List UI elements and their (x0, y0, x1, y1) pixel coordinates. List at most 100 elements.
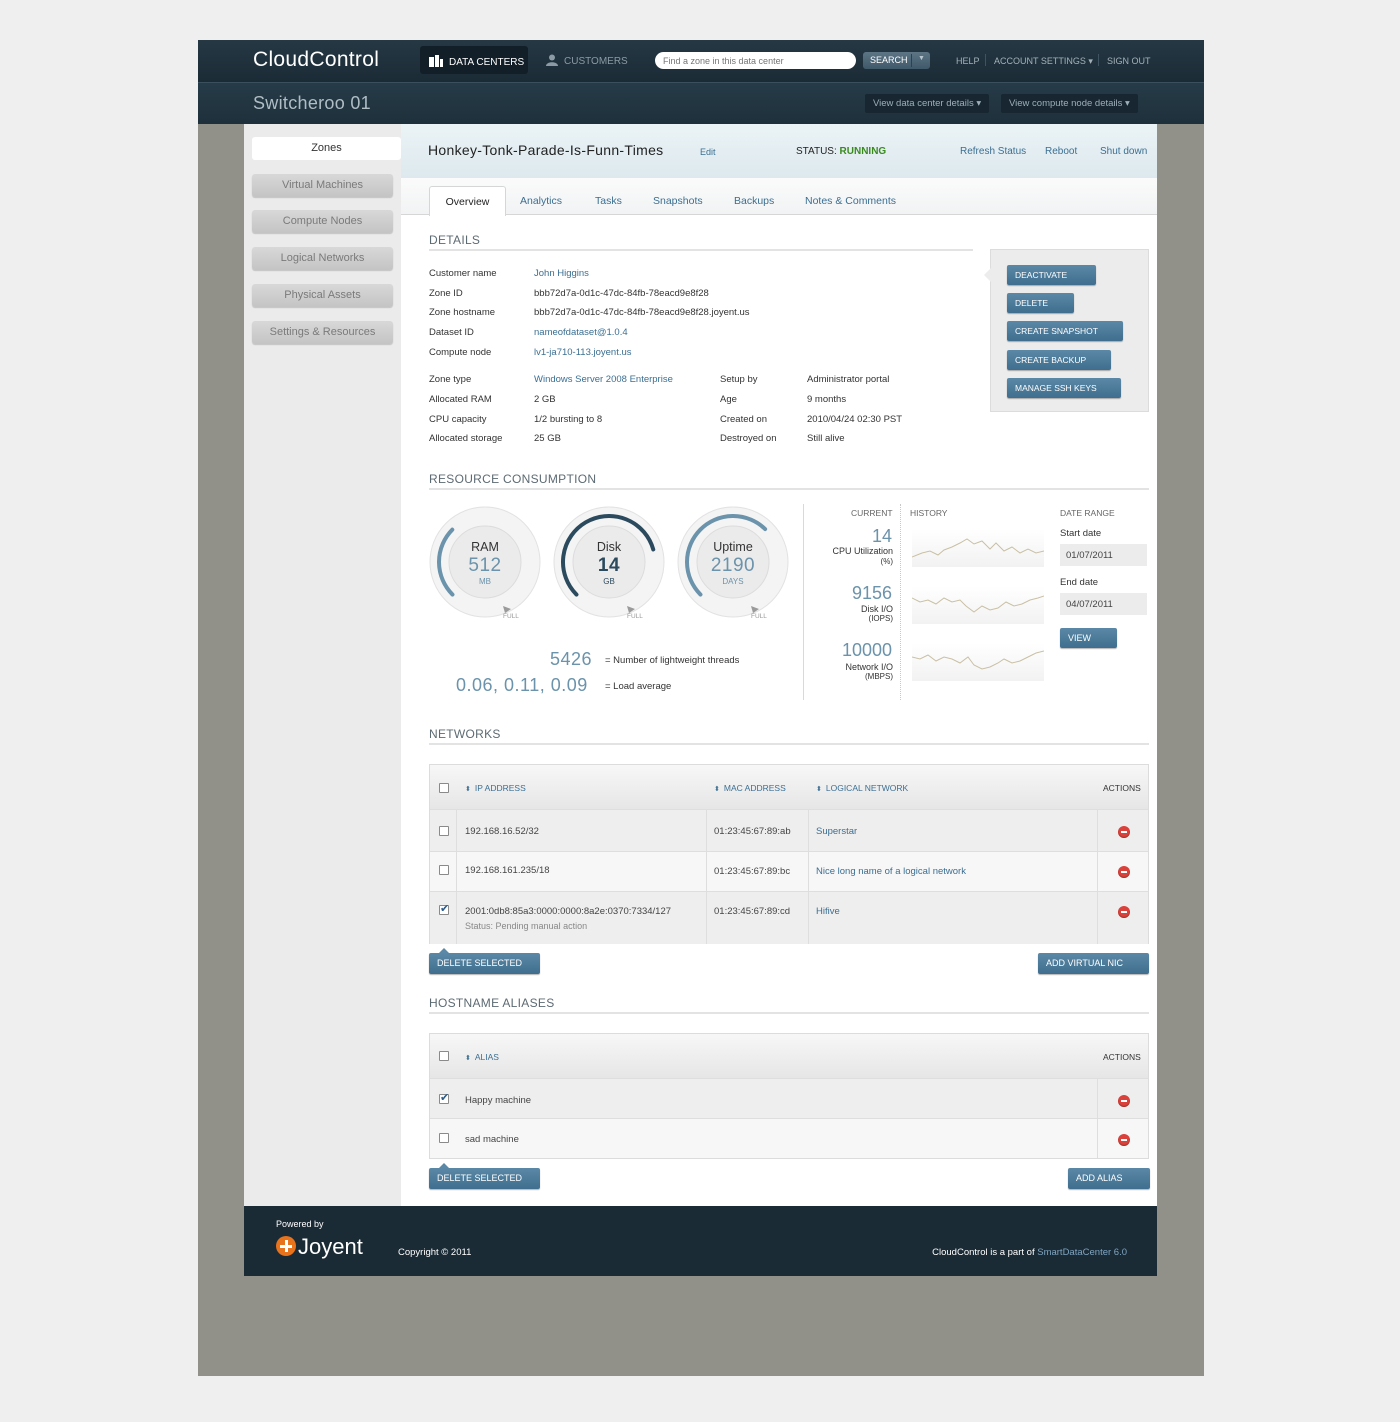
sidebar-item-physical-assets[interactable]: Physical Assets (252, 284, 393, 307)
column-header-mac-address[interactable]: ⬍ MAC ADDRESS (714, 783, 786, 793)
threads-label: = Number of lightweight threads (605, 655, 740, 666)
remove-icon[interactable] (1118, 826, 1130, 838)
history-heading: HISTORY (910, 508, 948, 518)
add-virtual-nic-button[interactable]: ADD VIRTUAL NIC (1038, 953, 1149, 974)
main-content: Honkey-Tonk-Parade-Is-Funn-Times Edit ST… (401, 124, 1157, 1206)
edit-zone-link[interactable]: Edit (700, 147, 716, 157)
delete-selected-networks-button[interactable]: DELETE SELECTED (429, 948, 540, 974)
customer-name-link[interactable]: John Higgins (534, 268, 589, 279)
sidebar-item-virtual-machines[interactable]: Virtual Machines (252, 174, 393, 197)
view-data-center-details-button[interactable]: View data center details ▾ (865, 94, 990, 113)
divider (1097, 1119, 1098, 1158)
alias-cell: Happy machine (465, 1095, 532, 1106)
column-label: LOGICAL NETWORK (825, 783, 909, 793)
logical-network-link[interactable]: Hifive (816, 906, 840, 917)
help-link[interactable]: HELP (956, 56, 980, 66)
shut-down-link[interactable]: Shut down (1100, 146, 1147, 157)
column-header-logical-network[interactable]: ⬍ LOGICAL NETWORK (816, 783, 908, 793)
divider (456, 892, 457, 944)
manage-ssh-keys-button[interactable]: MANAGE SSH KEYS (1007, 378, 1121, 398)
mac-address-cell: 01:23:45:67:89:cd (714, 906, 791, 917)
detail-label: Allocated RAM (429, 394, 492, 405)
sidebar-item-zones[interactable]: Zones (252, 137, 401, 160)
search-input[interactable] (655, 52, 856, 69)
view-compute-node-details-button[interactable]: View compute node details ▾ (1001, 94, 1138, 113)
ip-address-cell: 192.168.161.235/18 (465, 865, 550, 876)
deactivate-button[interactable]: DEACTIVATE (1007, 265, 1096, 285)
logical-network-link[interactable]: Nice long name of a logical network (816, 866, 966, 877)
table-row: Happy machine (430, 1078, 1148, 1118)
tab-backups[interactable]: Backups (734, 195, 774, 207)
tab-notes-comments[interactable]: Notes & Comments (805, 195, 896, 207)
sidebar-item-settings-resources[interactable]: Settings & Resources (252, 321, 393, 344)
tab-tasks[interactable]: Tasks (595, 195, 622, 207)
gauge-full-label: FULL (627, 613, 643, 620)
zone-type-link[interactable]: Windows Server 2008 Enterprise (534, 374, 673, 385)
column-header-alias[interactable]: ⬍ ALIAS (465, 1052, 499, 1062)
tab-analytics[interactable]: Analytics (520, 195, 562, 207)
zone-header: Honkey-Tonk-Parade-Is-Funn-Times Edit ST… (401, 124, 1157, 178)
create-snapshot-button[interactable]: CREATE SNAPSHOT (1007, 321, 1123, 341)
account-settings-link[interactable]: ACCOUNT SETTINGS ▾ (994, 56, 1093, 67)
search-button-label: SEARCH (870, 55, 908, 65)
refresh-status-link[interactable]: Refresh Status (960, 146, 1026, 157)
divider (1098, 54, 1099, 66)
divider (1097, 852, 1098, 891)
compute-node-link[interactable]: lv1-ja710-113.joyent.us (534, 347, 632, 358)
row-checkbox[interactable] (439, 1091, 449, 1104)
logical-network-link[interactable]: Superstar (816, 826, 857, 837)
button-notch (439, 948, 449, 953)
uptime-gauge: Uptime 2190 DAYS FULL (677, 506, 789, 620)
reboot-link[interactable]: Reboot (1045, 146, 1077, 157)
select-all-checkbox[interactable] (439, 783, 449, 793)
sign-out-link[interactable]: SIGN OUT (1107, 56, 1151, 66)
start-date-input[interactable] (1060, 544, 1147, 566)
create-backup-button[interactable]: CREATE BACKUP (1007, 350, 1111, 370)
nav-data-centers[interactable]: DATA CENTERS (420, 46, 528, 74)
row-checkbox[interactable] (439, 1133, 449, 1143)
aliases-table: ⬍ALIAS ACTIONS Happy machine sad machine (429, 1033, 1149, 1159)
chevron-down-icon[interactable]: ▼ (918, 55, 925, 62)
nav-customers[interactable]: CUSTOMERS (546, 54, 628, 67)
joyent-logo[interactable]: Joyent (276, 1234, 363, 1260)
sort-icon: ⬍ (465, 786, 471, 793)
divider (1097, 1079, 1098, 1118)
column-header-ip-address[interactable]: ⬍ IP ADDRESS (465, 783, 526, 793)
status-badge: RUNNING (839, 146, 887, 157)
button-notch (439, 1163, 449, 1168)
table-row: 2001:0db8:85a3:0000:0000:8a2e:0370:7334/… (430, 891, 1148, 944)
metric-unit: (IOPS) (868, 614, 893, 623)
disk-gauge: Disk 14 GB FULL (553, 506, 665, 620)
end-date-input[interactable] (1060, 593, 1147, 615)
row-checkbox[interactable] (439, 865, 449, 875)
setup-by-value: Administrator portal (807, 374, 890, 385)
row-checkbox[interactable] (439, 902, 449, 915)
smartdatacenter-link[interactable]: SmartDataCenter 6.0 (1037, 1247, 1127, 1258)
select-all-checkbox[interactable] (439, 1051, 449, 1061)
detail-label: Zone hostname (429, 307, 496, 318)
search-button[interactable]: SEARCH ▼ (863, 52, 930, 69)
dataset-id-link[interactable]: nameofdataset@1.0.4 (534, 327, 628, 338)
detail-label: Allocated storage (429, 433, 503, 444)
disk-history-sparkline (911, 586, 1045, 624)
load-average-label: = Load average (605, 681, 672, 692)
sidebar-item-compute-nodes[interactable]: Compute Nodes (252, 210, 393, 233)
detail-label: Setup by (720, 374, 758, 385)
remove-icon[interactable] (1118, 1134, 1130, 1146)
metric-label: Network I/O (845, 662, 893, 672)
add-alias-button[interactable]: ADD ALIAS (1068, 1168, 1150, 1189)
remove-icon[interactable] (1118, 866, 1130, 878)
cpu-capacity-value: 1/2 bursting to 8 (534, 414, 603, 425)
delete-selected-aliases-button[interactable]: DELETE SELECTED (429, 1163, 540, 1189)
gauge-full-label: FULL (751, 613, 767, 620)
footer-product-note: CloudControl is a part of SmartDataCente… (932, 1247, 1127, 1258)
tab-snapshots[interactable]: Snapshots (653, 195, 703, 207)
tab-overview[interactable]: Overview (429, 186, 506, 216)
remove-icon[interactable] (1118, 1095, 1130, 1107)
view-button[interactable]: VIEW (1060, 628, 1117, 648)
metric-value: 10000 (841, 640, 892, 660)
remove-icon[interactable] (1118, 906, 1130, 918)
row-checkbox[interactable] (439, 826, 449, 836)
sidebar-item-logical-networks[interactable]: Logical Networks (252, 247, 393, 270)
delete-button[interactable]: DELETE (1007, 293, 1074, 313)
